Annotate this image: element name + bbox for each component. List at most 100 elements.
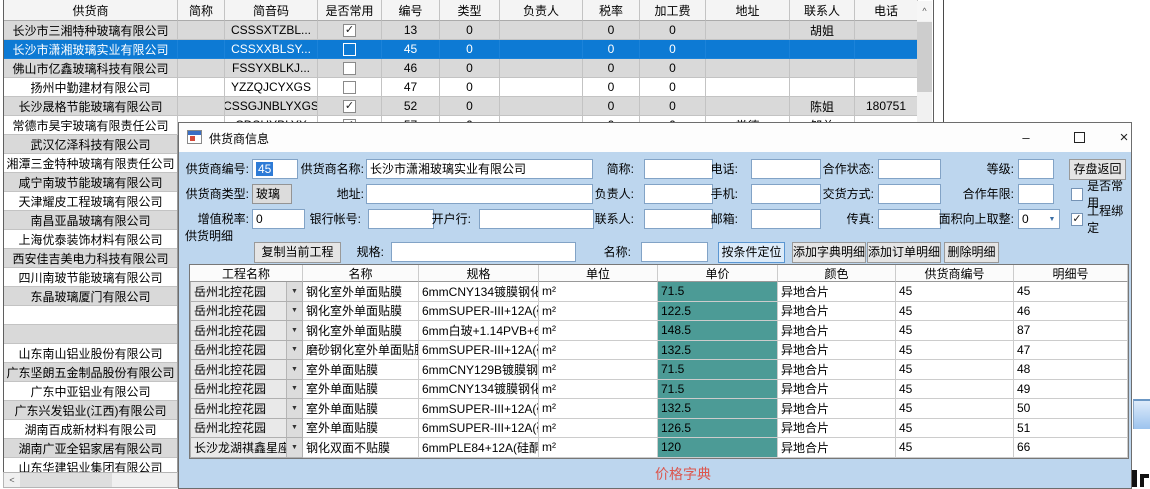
detail-cell[interactable]: 120: [658, 438, 778, 458]
cell-no[interactable]: 45: [382, 40, 440, 59]
dropdown-icon[interactable]: ▼: [286, 321, 302, 340]
detail-cell[interactable]: 异地合片: [778, 302, 896, 322]
column-header-8[interactable]: 税率: [583, 0, 640, 21]
delete-detail-button[interactable]: 删除明细: [944, 242, 999, 263]
cell-code[interactable]: YZZQJCYXGS: [225, 78, 318, 97]
cell-name[interactable]: 常德市昊宇玻璃有限责任公司: [4, 116, 178, 135]
cell-type[interactable]: 0: [440, 97, 500, 116]
cell-contact[interactable]: 胡姐: [790, 21, 855, 40]
cell-code[interactable]: CSSGJNBLYXGS: [225, 97, 318, 116]
detail-cell[interactable]: 45: [896, 380, 1014, 400]
supplier-list-item[interactable]: 上海优泰装饰材料有限公司: [4, 230, 177, 249]
cell-phone[interactable]: [855, 40, 918, 59]
cell-code[interactable]: CSSXXBLSY...: [225, 40, 318, 59]
detail-cell[interactable]: 132.5: [658, 399, 778, 419]
cell-fee[interactable]: 0: [640, 21, 706, 40]
cell-name[interactable]: 扬州中勤建材有限公司: [4, 78, 178, 97]
cell-tax[interactable]: 0: [583, 97, 640, 116]
column-header-2[interactable]: 简称: [178, 0, 225, 21]
column-header-12[interactable]: 电话: [855, 0, 918, 21]
detail-cell[interactable]: 室外单面贴膜: [303, 360, 419, 380]
detail-cell[interactable]: 6mmCNY129B镀膜钢化: [419, 360, 539, 380]
cell-tax[interactable]: 0: [583, 78, 640, 97]
column-header-9[interactable]: 加工费: [640, 0, 706, 21]
cell-leader[interactable]: [500, 21, 583, 40]
detail-cell[interactable]: 45: [896, 399, 1014, 419]
detail-cell[interactable]: 岳州北控花园▼: [190, 341, 303, 361]
detail-cell[interactable]: m²: [539, 419, 658, 439]
column-header-11[interactable]: 联系人: [790, 0, 855, 21]
cell-phone[interactable]: [855, 78, 918, 97]
detail-cell[interactable]: 51: [1014, 419, 1128, 439]
detail-column-header-1[interactable]: 工程名称: [190, 265, 303, 282]
detail-column-header-4[interactable]: 单位: [539, 265, 658, 282]
detail-cell[interactable]: 46: [1014, 302, 1128, 322]
spec-field[interactable]: [391, 242, 576, 262]
supplier-row[interactable]: 长沙市三湘特种玻璃有限公司CSSSXTZBL...✓13000胡姐: [4, 21, 933, 40]
detail-cell[interactable]: 岳州北控花园▼: [190, 282, 303, 302]
detail-cell[interactable]: 室外单面贴膜: [303, 380, 419, 400]
common-checkbox[interactable]: [343, 81, 356, 94]
detail-column-header-7[interactable]: 供货商编号: [896, 265, 1014, 282]
detail-cell[interactable]: 岳州北控花园▼: [190, 419, 303, 439]
detail-cell[interactable]: 87: [1014, 321, 1128, 341]
detail-column-header-8[interactable]: 明细号: [1014, 265, 1128, 282]
cell-code[interactable]: CSSSXTZBL...: [225, 21, 318, 40]
coop-years-field[interactable]: [1018, 184, 1054, 204]
common-checkbox[interactable]: [343, 62, 356, 75]
detail-cell[interactable]: 6mmCNY134镀膜钢化: [419, 282, 539, 302]
detail-cell[interactable]: m²: [539, 302, 658, 322]
supplier-list-item[interactable]: 湖南百成新材料有限公司: [4, 420, 177, 439]
checkbox-box[interactable]: [1071, 188, 1083, 201]
scroll-up-icon[interactable]: ^: [917, 1, 932, 21]
supplier-list-item[interactable]: 南昌亚晶玻璃有限公司: [4, 211, 177, 230]
common-checkbox[interactable]: [343, 43, 356, 56]
coop-status-field[interactable]: [878, 159, 941, 179]
dropdown-icon[interactable]: ▼: [286, 419, 302, 438]
horizontal-scrollbar[interactable]: <: [3, 472, 178, 488]
detail-cell[interactable]: 126.5: [658, 419, 778, 439]
detail-cell[interactable]: 45: [896, 302, 1014, 322]
detail-cell[interactable]: 6mmSUPER-III+12A(硅...: [419, 419, 539, 439]
cell-tax[interactable]: 0: [583, 40, 640, 59]
detail-cell[interactable]: 异地合片: [778, 380, 896, 400]
detail-cell[interactable]: 6mmSUPER-III+12A(硅...: [419, 302, 539, 322]
detail-cell[interactable]: 45: [896, 341, 1014, 361]
detail-cell[interactable]: 异地合片: [778, 360, 896, 380]
close-icon[interactable]: ×: [1108, 123, 1140, 151]
cell-phone[interactable]: [855, 59, 918, 78]
cell-name[interactable]: 佛山市亿鑫玻璃科技有限公司: [4, 59, 178, 78]
cell-abbr[interactable]: [178, 59, 225, 78]
cell-common[interactable]: [318, 78, 382, 97]
supplier-row[interactable]: 长沙市潇湘玻璃实业有限公司CSSXXBLSY...45000: [4, 40, 933, 59]
supplier-list-item[interactable]: 天津耀皮工程玻璃有限公司: [4, 192, 177, 211]
locate-by-condition-button[interactable]: 按条件定位: [718, 242, 785, 263]
detail-cell[interactable]: m²: [539, 399, 658, 419]
common-checkbox[interactable]: ✓: [343, 24, 356, 37]
supplier-list-item[interactable]: 广东兴发铝业(江西)有限公司: [4, 401, 177, 420]
common-use-checkbox[interactable]: 是否常用: [1071, 184, 1131, 204]
cell-addr[interactable]: [706, 59, 790, 78]
cell-fee[interactable]: 0: [640, 40, 706, 59]
detail-cell[interactable]: 66: [1014, 438, 1128, 458]
detail-cell[interactable]: 71.5: [658, 282, 778, 302]
dropdown-icon[interactable]: ▼: [286, 302, 302, 321]
supplier-list-item[interactable]: 西安佳吉美电力科技有限公司: [4, 249, 177, 268]
supplier-list-item[interactable]: 东晶玻璃厦门有限公司: [4, 287, 177, 306]
detail-cell[interactable]: 磨砂钢化室外单面贴膜: [303, 341, 419, 361]
common-checkbox[interactable]: ✓: [343, 100, 356, 113]
supplier-list-item[interactable]: 武汉亿泽科技有限公司: [4, 135, 177, 154]
cell-no[interactable]: 52: [382, 97, 440, 116]
detail-cell[interactable]: 岳州北控花园▼: [190, 380, 303, 400]
cell-tax[interactable]: 0: [583, 59, 640, 78]
detail-cell[interactable]: 室外单面贴膜: [303, 419, 419, 439]
supplier-list-item[interactable]: 湖南广亚全铝家居有限公司: [4, 439, 177, 458]
detail-cell[interactable]: 岳州北控花园▼: [190, 360, 303, 380]
detail-cell[interactable]: m²: [539, 438, 658, 458]
cell-name[interactable]: 长沙市潇湘玻璃实业有限公司: [4, 40, 178, 59]
cell-contact[interactable]: 陈姐: [790, 97, 855, 116]
dropdown-icon[interactable]: ▼: [286, 341, 302, 360]
cell-phone[interactable]: [855, 21, 918, 40]
checkbox-box[interactable]: ✓: [1071, 213, 1083, 226]
detail-cell[interactable]: 122.5: [658, 302, 778, 322]
